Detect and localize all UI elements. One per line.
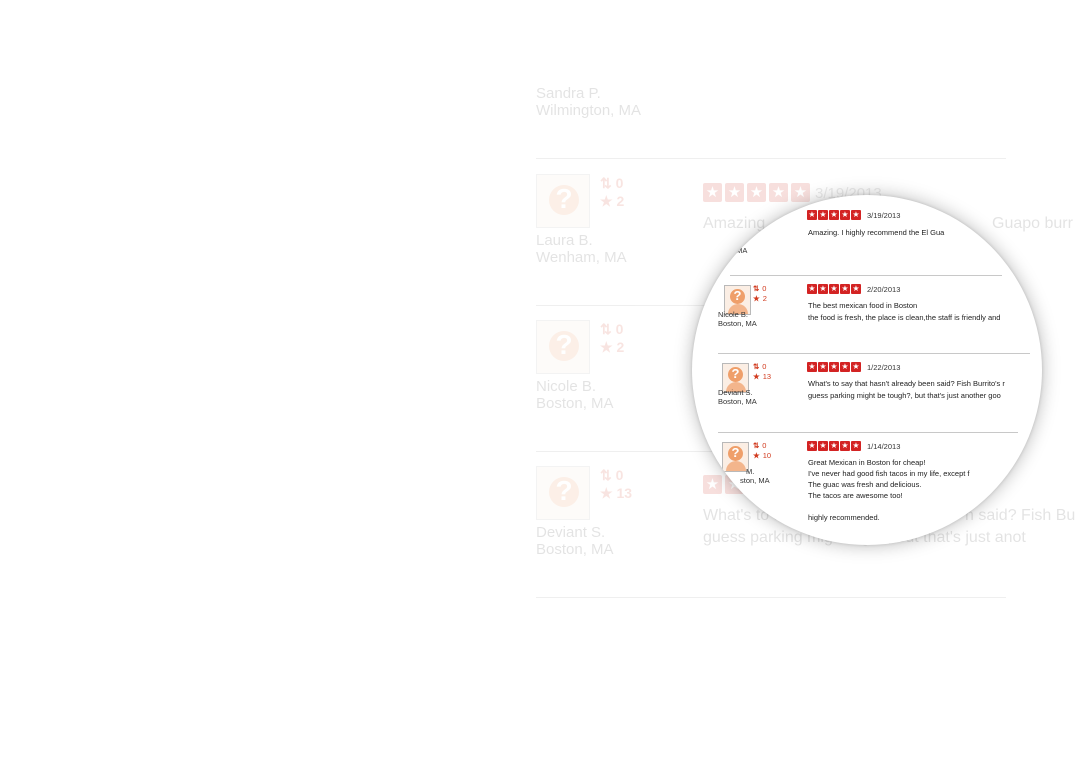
- star-icon: ★: [807, 210, 817, 220]
- review-count: ★ 10: [753, 451, 772, 460]
- review-date: 1/22/2013: [867, 363, 901, 372]
- reviewer-location: Boston, MA: [718, 397, 757, 406]
- star-icon: ★: [747, 183, 766, 202]
- star-icon: ★: [753, 451, 760, 460]
- divider: [536, 158, 1006, 159]
- review-text: the food is fresh, the place is clean,th…: [808, 313, 1001, 322]
- review-count: ★ 2: [600, 193, 625, 209]
- divider: [536, 597, 1006, 598]
- review-text: Amazing. I highly recommend the El Gua: [808, 228, 945, 237]
- review-count: ★ 13: [600, 485, 633, 501]
- reviewer-name[interactable]: M.: [746, 467, 754, 476]
- review-count: ★ 13: [753, 372, 772, 381]
- star-icon: ★: [851, 441, 861, 451]
- review-date: 1/14/2013: [867, 442, 901, 451]
- reviewer-location: Wenham, MA: [536, 249, 627, 266]
- friends-icon: ⇅: [753, 441, 760, 450]
- star-icon: ★: [829, 284, 839, 294]
- friends-count: ⇅ 0: [753, 441, 767, 450]
- star-icon: ★: [840, 210, 850, 220]
- star-icon: ★: [829, 210, 839, 220]
- review-text: What's to say that hasn't already been s…: [808, 379, 1005, 388]
- review-text: The tacos are awesome too!: [808, 491, 903, 500]
- star-icon: ★: [851, 362, 861, 372]
- reviewer-name[interactable]: Sandra P.: [536, 85, 601, 102]
- reviewer-name[interactable]: Nicole B.: [718, 310, 748, 319]
- star-icon: ★: [600, 485, 613, 501]
- review-count: ★ 2: [753, 294, 767, 303]
- star-icon: ★: [725, 183, 744, 202]
- rating-stars: ★ ★ ★ ★ ★: [807, 441, 861, 451]
- star-icon: ★: [807, 284, 817, 294]
- avatar[interactable]: ?: [536, 174, 590, 228]
- star-icon: ★: [769, 183, 788, 202]
- rating-stars: ★ ★ ★ ★ ★: [807, 210, 861, 220]
- avatar[interactable]: ?: [536, 320, 590, 374]
- divider: [718, 353, 1030, 354]
- star-icon: ★: [818, 441, 828, 451]
- star-icon: ★: [829, 362, 839, 372]
- reviewer-name[interactable]: Deviant S.: [718, 388, 753, 397]
- avatar[interactable]: ?: [536, 466, 590, 520]
- magnifier-lens: ★ ★ ★ ★ ★ 3/19/2013 Amazing. I highly recomm…: [692, 195, 1042, 545]
- star-icon: ★: [791, 183, 810, 202]
- reviewer-location: Boston, MA: [718, 319, 757, 328]
- rating-stars: ★ ★ ★ ★ ★: [703, 183, 810, 202]
- rating-stars: ★ ★ ★ ★ ★: [807, 284, 861, 294]
- star-icon: ★: [829, 441, 839, 451]
- friends-count: ⇅ 0: [753, 284, 767, 293]
- review-count: ★ 2: [600, 339, 625, 355]
- review-text: highly recommended.: [808, 513, 880, 522]
- reviewer-location: Wilmington, MA: [536, 102, 642, 119]
- friends-count: ⇅ 0: [600, 321, 624, 337]
- avatar[interactable]: ?: [722, 442, 749, 472]
- star-icon: ★: [600, 193, 613, 209]
- star-icon: ★: [600, 339, 613, 355]
- review-item: ? ⇅ 0 ★ 13 Deviant S. Boston, MA ★ ★ ★ ★ ★ 1/2…: [692, 358, 1042, 436]
- reviewer-location: Boston, MA: [536, 541, 614, 558]
- review-text: Guapo burr: [992, 215, 1073, 232]
- review-text: I've never had good fish tacos in my lif…: [808, 469, 970, 478]
- star-icon: ★: [818, 210, 828, 220]
- review-text: The best mexican food in Boston: [808, 301, 918, 310]
- review-text: guess parking might be tough?, but that'…: [808, 391, 1001, 400]
- divider: [730, 275, 1002, 276]
- reviewer-name[interactable]: Nicole B.: [536, 378, 596, 395]
- friends-count: ⇅ 0: [600, 175, 624, 191]
- review-item: ? ⇅ 0 ★ 10 M. ston, MA ★ ★ ★ ★ ★ 1/14/2013 Gre…: [692, 437, 1042, 537]
- friends-icon: ⇅: [600, 467, 612, 483]
- review-text: The guac was fresh and delicious.: [808, 480, 922, 489]
- review-date: 3/19/2013: [867, 211, 901, 220]
- review-item: ? ⇅ 0 ★ 2 Nicole B. Boston, MA ★ ★ ★ ★ ★ 2/20/…: [692, 280, 1042, 358]
- star-icon: ★: [753, 372, 760, 381]
- star-icon: ★: [753, 294, 760, 303]
- reviewer-location: Boston, MA: [536, 395, 614, 412]
- reviewer-location: ston, MA: [740, 476, 770, 485]
- star-icon: ★: [818, 284, 828, 294]
- star-icon: ★: [807, 441, 817, 451]
- star-icon: ★: [840, 284, 850, 294]
- reviewer-location: , MA: [732, 246, 748, 255]
- reviewer-name[interactable]: Deviant S.: [536, 524, 605, 541]
- star-icon: ★: [851, 210, 861, 220]
- star-icon: ★: [851, 284, 861, 294]
- rating-stars: ★ ★ ★ ★ ★: [807, 362, 861, 372]
- friends-count: ⇅ 0: [600, 467, 624, 483]
- friends-count: ⇅ 0: [753, 362, 767, 371]
- divider: [718, 432, 1018, 433]
- review-date: 2/20/2013: [867, 285, 901, 294]
- star-icon: ★: [840, 441, 850, 451]
- star-icon: ★: [807, 362, 817, 372]
- friends-icon: ⇅: [753, 284, 760, 293]
- star-icon: ★: [818, 362, 828, 372]
- review-text: Great Mexican in Boston for cheap!: [808, 458, 926, 467]
- friends-icon: ⇅: [753, 362, 760, 371]
- reviewer-name[interactable]: Laura B.: [536, 232, 593, 249]
- friends-icon: ⇅: [600, 175, 612, 191]
- star-icon: ★: [840, 362, 850, 372]
- friends-icon: ⇅: [600, 321, 612, 337]
- star-icon: ★: [703, 183, 722, 202]
